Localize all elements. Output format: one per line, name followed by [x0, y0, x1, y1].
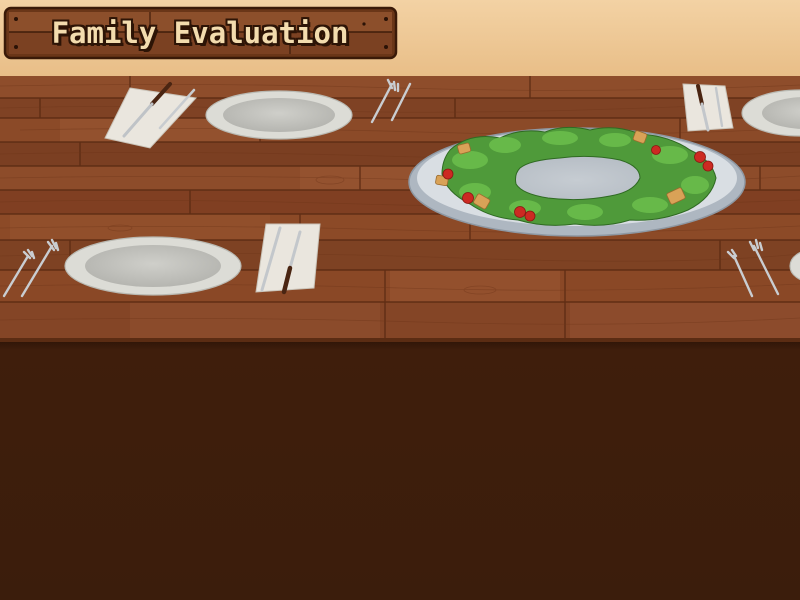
title-sign: Family Evaluation: [6, 9, 394, 57]
scene-title: Family Evaluation: [51, 16, 349, 50]
table-front: [0, 340, 800, 600]
salad-platter-icon: [408, 126, 746, 237]
plate-icon: [205, 90, 353, 140]
dining-table-scene: [0, 0, 800, 600]
plate-icon: [64, 236, 242, 296]
